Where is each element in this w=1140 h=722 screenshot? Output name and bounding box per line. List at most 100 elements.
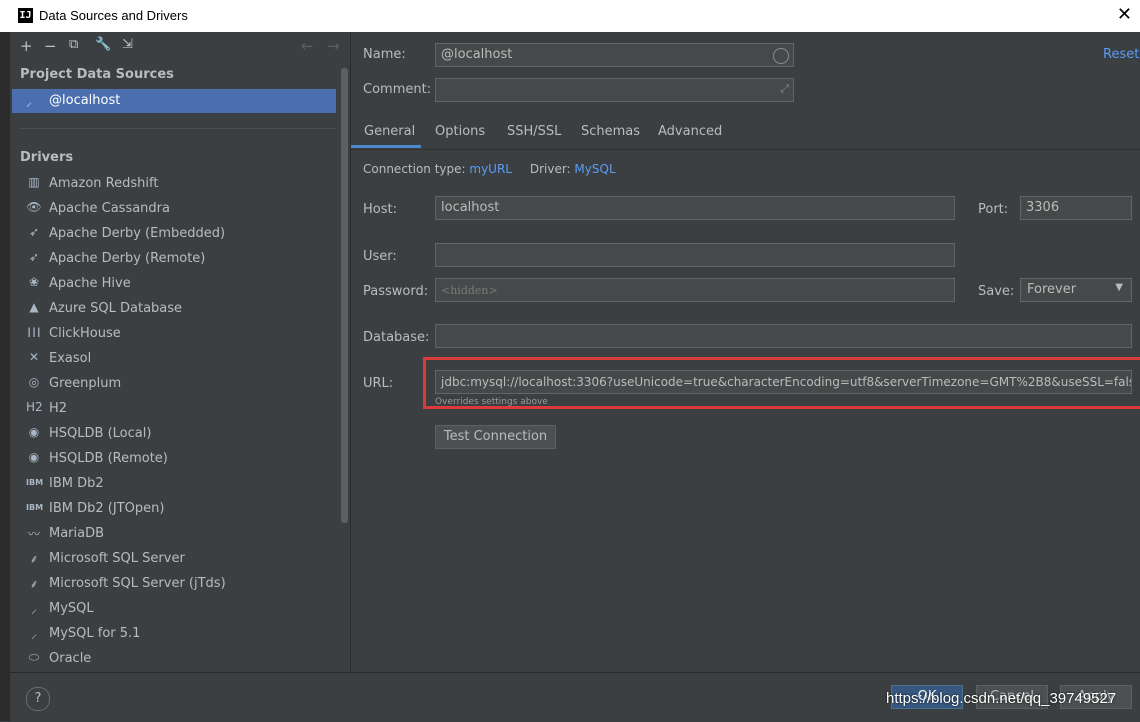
driver-item[interactable]: ⸙ Microsoft SQL Server — [12, 547, 336, 571]
driver-item[interactable]: ⸝ MySQL — [12, 597, 336, 621]
import-icon[interactable]: ⇲ — [122, 37, 133, 52]
duplicate-icon[interactable]: ⧉ — [69, 37, 78, 52]
mysql-icon: ⸝ — [26, 95, 33, 109]
driver-item[interactable]: ▥ Amazon Redshift — [12, 172, 336, 196]
driver-item[interactable]: ➶ Apache Derby (Remote) — [12, 247, 336, 271]
user-label: User: — [363, 249, 397, 264]
database-label: Database: — [363, 330, 430, 345]
driver-label: Azure SQL Database — [49, 301, 183, 316]
left-toolbar: + − ⧉ 🔧 ⇲ ← → — [10, 32, 350, 60]
driver-label: Exasol — [49, 351, 92, 366]
left-panel: + − ⧉ 🔧 ⇲ ← → Project Data Sources ⸝ @lo… — [10, 32, 350, 672]
driver-icon: IBM — [26, 478, 44, 487]
driver-label: Greenplum — [49, 376, 122, 391]
color-circle-icon[interactable] — [773, 48, 789, 64]
connection-type-label: Connection type: — [363, 162, 466, 176]
driver-label: MySQL for 5.1 — [49, 626, 141, 641]
driver-icon: ⸙ — [29, 552, 39, 566]
driver-label: ClickHouse — [49, 326, 121, 341]
driver-item[interactable]: 〰 MariaDB — [12, 522, 336, 546]
driver-item[interactable]: H2 H2 — [12, 397, 336, 421]
driver-label: Driver: — [529, 162, 571, 176]
driver-item[interactable]: ◉ HSQLDB (Remote) — [12, 447, 336, 471]
save-select[interactable]: Forever ▼ — [1020, 278, 1132, 302]
driver-item[interactable]: ⬭ Oracle — [12, 647, 336, 671]
driver-label: MySQL — [49, 601, 94, 616]
tab-options[interactable]: Options — [435, 124, 485, 139]
watermark-text: https://blog.csdn.net/qq_39749527 — [886, 690, 1117, 707]
driver-label: Amazon Redshift — [49, 176, 159, 191]
host-field[interactable]: localhost — [435, 196, 955, 220]
tab-advanced[interactable]: Advanced — [658, 124, 722, 139]
close-icon[interactable]: ✕ — [1117, 5, 1132, 25]
driver-label: Microsoft SQL Server (jTds) — [49, 576, 226, 591]
forward-arrow-icon[interactable]: → — [327, 37, 340, 55]
add-icon[interactable]: + — [20, 37, 33, 55]
driver-item[interactable]: ⸝ MySQL for 5.1 — [12, 622, 336, 646]
driver-item[interactable]: IBM IBM Db2 — [12, 472, 336, 496]
driver-icon: ◎ — [28, 375, 40, 389]
active-tab-indicator — [351, 145, 421, 148]
scrollbar[interactable] — [341, 68, 348, 523]
driver-label: Apache Cassandra — [49, 201, 170, 216]
driver-item[interactable]: ┃┃┃ ClickHouse — [12, 322, 336, 346]
tab-bar: General Options SSH/SSL Schemas Advanced — [351, 117, 1140, 150]
driver-icon: ➶ — [28, 250, 40, 264]
tab-general[interactable]: General — [364, 124, 415, 139]
editor-gutter — [0, 32, 10, 721]
driver-icon: ◉ — [28, 450, 40, 464]
back-arrow-icon[interactable]: ← — [301, 37, 314, 55]
tab-ssh-ssl[interactable]: SSH/SSL — [507, 124, 561, 139]
reset-link[interactable]: Reset — [1103, 47, 1139, 62]
driver-item[interactable]: ⸙ Microsoft SQL Server (jTds) — [12, 572, 336, 596]
driver-label: Apache Derby (Remote) — [49, 251, 206, 266]
database-field[interactable] — [435, 324, 1132, 348]
drivers-heading: Drivers — [20, 150, 74, 165]
title-bar: IJ Data Sources and Drivers ✕ — [0, 0, 1140, 32]
driver-item[interactable]: ▲ Azure SQL Database — [12, 297, 336, 321]
connection-type-link[interactable]: myURL — [469, 162, 512, 176]
remove-icon[interactable]: − — [44, 37, 57, 55]
driver-item[interactable]: ◉ HSQLDB (Local) — [12, 422, 336, 446]
driver-item[interactable]: ❀ Apache Hive — [12, 272, 336, 296]
dropdown-arrow-icon: ▼ — [1115, 282, 1123, 293]
connection-info: Connection type: myURL Driver: MySQL — [363, 162, 616, 176]
tab-schemas[interactable]: Schemas — [581, 124, 640, 139]
test-connection-button[interactable]: Test Connection — [435, 425, 556, 449]
driver-icon: H2 — [26, 400, 43, 414]
driver-icon: ⸙ — [29, 577, 39, 591]
driver-label: Apache Derby (Embedded) — [49, 226, 226, 241]
driver-item[interactable]: ➶ Apache Derby (Embedded) — [12, 222, 336, 246]
comment-label: Comment: — [363, 82, 432, 97]
data-source-item-localhost[interactable]: ⸝ @localhost — [12, 89, 336, 113]
driver-item[interactable]: 👁 Apache Cassandra — [12, 197, 336, 221]
driver-icon: ➶ — [28, 225, 40, 239]
url-label: URL: — [363, 376, 394, 391]
user-field[interactable] — [435, 243, 955, 267]
driver-item[interactable]: IBM IBM Db2 (JTOpen) — [12, 497, 336, 521]
right-panel: Name: @localhost Reset Comment: ⤢ Genera… — [351, 32, 1140, 672]
port-field[interactable]: 3306 — [1020, 196, 1132, 220]
help-button[interactable]: ? — [26, 687, 50, 711]
port-label: Port: — [978, 202, 1009, 217]
driver-icon: ⸝ — [30, 602, 37, 616]
driver-label: IBM Db2 (JTOpen) — [49, 501, 165, 516]
driver-icon: ▲ — [29, 300, 39, 314]
data-source-label: @localhost — [49, 93, 121, 108]
driver-item[interactable]: ✕ Exasol — [12, 347, 336, 371]
password-label: Password: — [363, 284, 429, 299]
driver-item[interactable]: ◎ Greenplum — [12, 372, 336, 396]
name-field[interactable]: @localhost — [435, 43, 794, 67]
driver-icon: ⬭ — [28, 650, 40, 664]
comment-field[interactable]: ⤢ — [435, 78, 794, 102]
app-icon: IJ — [18, 8, 33, 23]
name-value: @localhost — [441, 47, 513, 62]
driver-label: HSQLDB (Local) — [49, 426, 152, 441]
driver-label: Apache Hive — [49, 276, 131, 291]
driver-label: HSQLDB (Remote) — [49, 451, 168, 466]
driver-label: Oracle — [49, 651, 92, 666]
driver-link[interactable]: MySQL — [574, 162, 615, 176]
password-field[interactable]: <hidden> — [435, 278, 955, 302]
expand-icon[interactable]: ⤢ — [780, 82, 789, 96]
wrench-icon[interactable]: 🔧 — [95, 37, 111, 52]
